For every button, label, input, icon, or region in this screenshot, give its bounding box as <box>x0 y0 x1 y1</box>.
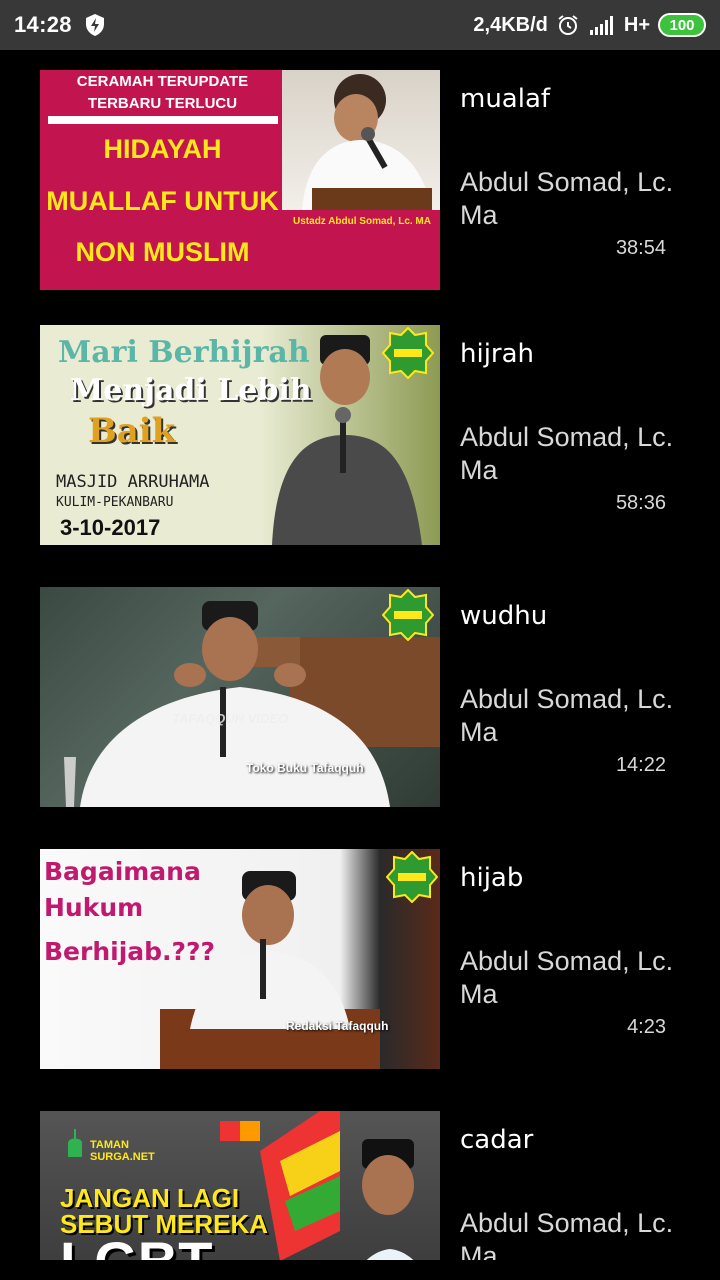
alarm-icon <box>558 15 578 35</box>
video-item[interactable]: CERAMAH TERUPDATE TERBARU TERLUCU HIDAYA… <box>0 70 720 290</box>
video-author: Abdul Somad, Lc. Ma <box>460 1208 674 1260</box>
thumb-header-2: TERBARU TERLUCU <box>87 95 238 112</box>
tafaqquh-logo <box>385 850 439 904</box>
video-list[interactable]: CERAMAH TERUPDATE TERBARU TERLUCU HIDAYA… <box>0 50 720 1260</box>
signal-icon <box>589 16 613 35</box>
thumb-divider <box>48 116 278 124</box>
video-thumbnail[interactable]: TAMAN SURGA.NET JANGAN LAGI SEBUT MEREKA… <box>40 1111 440 1260</box>
status-time: 14:28 <box>14 12 72 37</box>
brand-line-1: TAMAN <box>90 1139 129 1151</box>
thumb-caption: Ustadz Abdul Somad, Lc. MA <box>293 216 431 227</box>
thumb-header-1: CERAMAH TERUPDATE <box>76 73 249 90</box>
video-author: Abdul Somad, Lc. Ma <box>460 684 674 747</box>
thumb-place: MASJID ARRUHAMA <box>56 472 210 492</box>
video-title[interactable]: wudhu <box>460 601 547 631</box>
video-item[interactable]: TAMAN SURGA.NET JANGAN LAGI SEBUT MEREKA… <box>0 1111 720 1260</box>
video-duration: 14:22 <box>615 754 666 776</box>
brand-label: TAMAN SURGA.NET <box>90 1139 155 1163</box>
video-thumbnail[interactable]: TAFAQQUH VIDEO Toko Buku Tafaqquh <box>40 587 440 807</box>
thumb-caption: Toko Buku Tafaqquh <box>246 761 364 775</box>
speaker-photo <box>64 601 440 807</box>
network-speed: 2,4KB/d <box>473 13 548 36</box>
thumb-line-3: Baik <box>88 411 176 451</box>
video-author: Abdul Somad, Lc. Ma <box>460 422 674 485</box>
shield-icon <box>85 14 104 36</box>
thumb-big-text: LGBT <box>60 1229 212 1260</box>
video-duration: 38:54 <box>615 237 666 259</box>
video-thumbnail[interactable]: Bagaimana Hukum Berhijab.??? Redaksi Taf… <box>40 849 440 1069</box>
bottom-edge <box>0 1260 720 1280</box>
video-author: Abdul Somad, Lc. Ma <box>460 946 674 1009</box>
battery-level: 100 <box>669 16 695 34</box>
speaker-photo <box>160 871 380 1069</box>
mosque-icon <box>68 1129 82 1157</box>
tafaqquh-logo <box>381 326 435 380</box>
speaker-photo <box>282 70 440 210</box>
video-author: Abdul Somad, Lc. Ma <box>460 167 674 230</box>
video-item[interactable]: TAFAQQUH VIDEO Toko Buku Tafaqquh wudhu … <box>0 587 720 807</box>
network-type: H+ <box>623 13 650 36</box>
thumb-main-2: MUALLAF UNTUK <box>46 186 279 216</box>
thumb-watermark: TAFAQQUH VIDEO <box>172 711 289 726</box>
thumb-line-2: Hukum <box>44 893 144 922</box>
battery-icon: 100 <box>658 13 706 37</box>
thumb-date: 3-10-2017 <box>60 515 161 540</box>
thumb-caption: Redaksi Tafaqquh <box>286 1019 389 1033</box>
status-bar: 14:28 2,4KB/d H+ 100 <box>0 0 720 50</box>
video-thumbnail[interactable]: CERAMAH TERUPDATE TERBARU TERLUCU HIDAYA… <box>40 70 440 290</box>
video-thumbnail[interactable]: Mari Berhijrah Menjadi Lebih Baik MASJID… <box>40 325 440 545</box>
video-item[interactable]: Bagaimana Hukum Berhijab.??? Redaksi Taf… <box>0 849 720 1069</box>
video-title[interactable]: mualaf <box>460 84 550 114</box>
video-duration: 58:36 <box>615 492 666 514</box>
thumb-main-1: HIDAYAH <box>103 134 222 164</box>
thumb-main-3: NON MUSLIM <box>75 237 250 267</box>
thumb-city: KULIM-PEKANBARU <box>56 495 174 510</box>
video-title[interactable]: cadar <box>460 1125 533 1155</box>
video-item[interactable]: Mari Berhijrah Menjadi Lebih Baik MASJID… <box>0 325 720 545</box>
tafaqquh-logo <box>381 588 435 642</box>
video-title[interactable]: hijab <box>460 863 523 893</box>
brand-line-2: SURGA.NET <box>90 1151 155 1163</box>
video-title[interactable]: hijrah <box>460 339 534 369</box>
video-duration: 4:23 <box>627 1016 666 1038</box>
